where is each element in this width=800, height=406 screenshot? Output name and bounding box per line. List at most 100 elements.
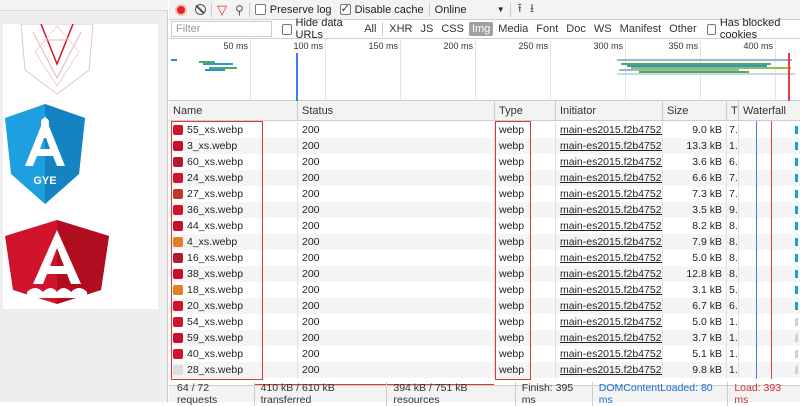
table-row[interactable]: 4_xs.webp 200 webp main-es2015.f2b4752... 7.… [169,234,800,250]
cell-initiator[interactable]: main-es2015.f2b4752... [556,282,663,298]
cell-waterfall [739,330,800,346]
cell-waterfall [739,266,800,282]
network-overview-timeline[interactable]: 50 ms 100 ms 150 ms 200 ms 250 ms 300 ms 350 m… [169,39,800,101]
cell-initiator[interactable]: main-es2015.f2b4752... [556,138,663,154]
table-row[interactable]: 28_xs.webp 200 webp main-es2015.f2b4752... 9… [169,362,800,378]
filter-type-manifest[interactable]: Manifest [617,22,665,36]
filter-type-xhr[interactable]: XHR [386,22,415,36]
cell-status: 200 [298,218,495,234]
cell-initiator[interactable]: main-es2015.f2b4752... [556,170,663,186]
table-row[interactable]: 55_xs.webp 200 webp main-es2015.f2b4752... 9… [169,122,800,138]
filter-type-img[interactable]: Img [468,22,494,36]
column-header-waterfall[interactable]: Waterfall [739,101,800,121]
cell-initiator[interactable]: main-es2015.f2b4752... [556,186,663,202]
waterfall-bar [795,190,798,198]
upload-icon[interactable]: ⭱ [518,0,522,20]
clear-icon[interactable] [195,4,206,15]
filter-type-ws[interactable]: WS [591,22,615,36]
table-row[interactable]: 40_xs.webp 200 webp main-es2015.f2b4752... 5… [169,346,800,362]
requests-count: 64 / 72 requests [169,382,255,406]
filter-type-other[interactable]: Other [666,22,700,36]
cell-waterfall [739,362,800,378]
waterfall-bar [795,206,798,214]
blocked-cookies-label: Has blocked cookies [719,17,781,41]
column-header-type[interactable]: Type [495,101,556,121]
filter-type-css[interactable]: CSS [438,22,467,36]
cell-status: 200 [298,330,495,346]
resources-size: 394 kB / 751 kB resources [387,382,516,406]
chevron-down-icon: ▼ [496,5,505,14]
filter-type-font[interactable]: Font [533,22,561,36]
load-marker [771,121,772,379]
angular-red-logo [5,220,109,304]
disable-cache-checkbox[interactable] [339,2,351,15]
table-row[interactable]: 16_xs.webp 200 webp main-es2015.f2b4752... 5… [169,250,800,266]
waterfall-bar [795,238,798,246]
table-row[interactable]: 27_xs.webp 200 webp main-es2015.f2b4752... 7… [169,186,800,202]
hide-data-urls-checkbox[interactable] [282,23,292,35]
record-icon[interactable] [175,3,187,16]
table-row[interactable]: 24_xs.webp 200 webp main-es2015.f2b4752... 6… [169,170,800,186]
table-row[interactable]: 60_xs.webp 200 webp main-es2015.f2b4752... 3… [169,154,800,170]
table-row[interactable]: 20_xs.webp 200 webp main-es2015.f2b4752... 6… [169,298,800,314]
cell-initiator[interactable]: main-es2015.f2b4752... [556,218,663,234]
type-column-highlight [495,121,531,380]
waterfall-bar [795,222,798,230]
cell-status: 200 [298,266,495,282]
table-row[interactable]: 38_xs.webp 200 webp main-es2015.f2b4752... 1… [169,266,800,282]
overview-tick-label: 150 ms [368,41,398,51]
filter-type-doc[interactable]: Doc [563,22,589,36]
filter-type-media[interactable]: Media [495,22,531,36]
cell-initiator[interactable]: main-es2015.f2b4752... [556,330,663,346]
column-header-status[interactable]: Status [298,101,495,121]
cell-waterfall [739,250,800,266]
column-header-size[interactable]: Size [663,101,727,121]
table-row[interactable]: 54_xs.webp 200 webp main-es2015.f2b4752... 5… [169,314,800,330]
cell-size: 9.8 kB [663,362,727,378]
preview-topbar [0,0,168,11]
filter-type-js[interactable]: JS [417,22,436,36]
filter-type-all[interactable]: All [361,22,379,36]
blocked-cookies-checkbox[interactable] [706,23,716,35]
table-row[interactable]: 44_xs.webp 200 webp main-es2015.f2b4752... 8… [169,218,800,234]
cell-waterfall [739,234,800,250]
overview-gridline [250,39,251,101]
overview-gridline [775,39,776,101]
column-header-time[interactable]: T [727,101,739,121]
filter-icon[interactable]: ▽ [217,3,227,16]
cell-initiator[interactable]: main-es2015.f2b4752... [556,346,663,362]
throttle-select[interactable]: Online ▼ [435,4,505,16]
cell-initiator[interactable]: main-es2015.f2b4752... [556,266,663,282]
cell-initiator[interactable]: main-es2015.f2b4752... [556,314,663,330]
waterfall-bar [795,286,798,294]
overview-gridline [550,39,551,101]
cell-initiator[interactable]: main-es2015.f2b4752... [556,234,663,250]
cell-size: 6.7 kB [663,298,727,314]
preserve-log-checkbox[interactable] [254,4,266,15]
cell-waterfall [739,346,800,362]
download-icon[interactable]: ⭳ [530,0,534,20]
overview-gridline [400,39,401,101]
table-row[interactable]: 59_xs.webp 200 webp main-es2015.f2b4752... 3… [169,330,800,346]
gye-logo-text: GYE [33,175,56,187]
cell-initiator[interactable]: main-es2015.f2b4752... [556,250,663,266]
table-row[interactable]: 3_xs.webp 200 webp main-es2015.f2b4752... 13… [169,138,800,154]
cell-size: 5.0 kB [663,314,727,330]
cell-size: 8.2 kB [663,218,727,234]
preserve-log-label: Preserve log [269,3,332,16]
transferred-size: 410 kB / 610 kB transferred [255,382,388,406]
cell-waterfall [739,186,800,202]
search-icon[interactable]: ⚲ [235,3,244,17]
cell-waterfall [739,154,800,170]
cell-initiator[interactable]: main-es2015.f2b4752... [556,122,663,138]
cell-time: 8. [729,234,739,250]
cell-initiator[interactable]: main-es2015.f2b4752... [556,202,663,218]
cell-initiator[interactable]: main-es2015.f2b4752... [556,298,663,314]
table-row[interactable]: 18_xs.webp 200 webp main-es2015.f2b4752... 3… [169,282,800,298]
cell-initiator[interactable]: main-es2015.f2b4752... [556,362,663,378]
table-row[interactable]: 36_xs.webp 200 webp main-es2015.f2b4752... 3… [169,202,800,218]
column-header-name[interactable]: Name [169,101,298,121]
cell-initiator[interactable]: main-es2015.f2b4752... [556,154,663,170]
filter-input[interactable]: Filter [171,21,273,37]
column-header-initiator[interactable]: Initiator [556,101,663,121]
